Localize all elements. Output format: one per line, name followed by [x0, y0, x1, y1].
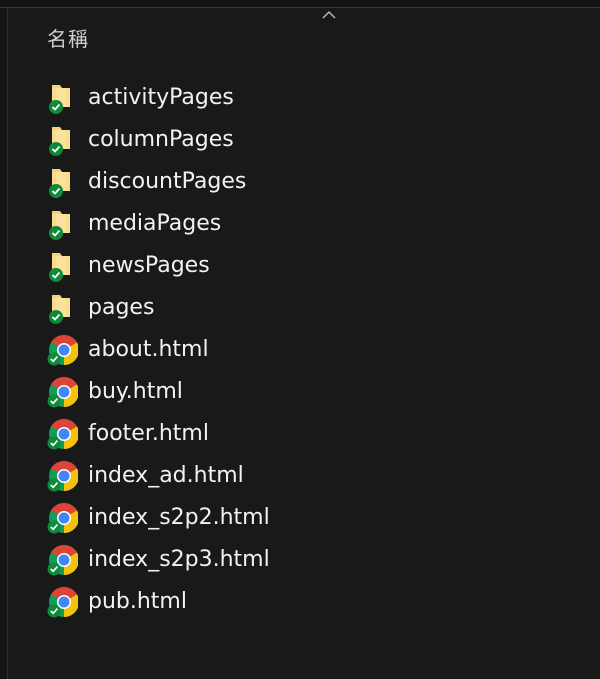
chrome-icon	[46, 376, 78, 408]
file-row[interactable]: footer.html	[46, 413, 566, 455]
folder-icon	[46, 292, 78, 324]
folder-row[interactable]: newsPages	[46, 245, 566, 287]
chevron-up-icon[interactable]	[322, 10, 336, 19]
folder-icon	[46, 82, 78, 114]
folder-row[interactable]: mediaPages	[46, 203, 566, 245]
file-row[interactable]: pub.html	[46, 581, 566, 623]
folder-icon	[46, 208, 78, 240]
sync-ok-icon	[47, 352, 61, 366]
sync-ok-icon	[47, 520, 61, 534]
chrome-icon	[46, 334, 78, 366]
folder-icon	[46, 250, 78, 282]
file-row[interactable]: buy.html	[46, 371, 566, 413]
file-explorer-pane: 名稱 activityPages columnPages discountPag…	[0, 0, 600, 679]
chrome-icon	[46, 418, 78, 450]
file-name-label: index_ad.html	[88, 463, 244, 488]
sync-ok-icon	[47, 394, 61, 408]
sync-ok-icon	[49, 184, 63, 198]
file-row[interactable]: index_s2p3.html	[46, 539, 566, 581]
file-name-label: about.html	[88, 337, 209, 362]
sync-ok-icon	[47, 562, 61, 576]
file-name-label: discountPages	[88, 169, 247, 194]
file-name-label: mediaPages	[88, 211, 222, 236]
chrome-icon	[46, 586, 78, 618]
folder-row[interactable]: discountPages	[46, 161, 566, 203]
file-row[interactable]: index_s2p2.html	[46, 497, 566, 539]
file-name-label: pub.html	[88, 589, 187, 614]
file-name-label: index_s2p3.html	[88, 547, 270, 572]
file-row[interactable]: about.html	[46, 329, 566, 371]
chrome-icon	[46, 544, 78, 576]
sync-ok-icon	[47, 436, 61, 450]
sync-ok-icon	[49, 310, 63, 324]
file-name-label: newsPages	[88, 253, 210, 278]
pane-top-border	[0, 0, 600, 8]
file-name-label: activityPages	[88, 85, 234, 110]
file-name-label: buy.html	[88, 379, 183, 404]
folder-icon	[46, 124, 78, 156]
file-name-label: columnPages	[88, 127, 234, 152]
sync-ok-icon	[49, 268, 63, 282]
sync-ok-icon	[49, 100, 63, 114]
file-name-label: index_s2p2.html	[88, 505, 270, 530]
pane-left-border	[0, 8, 8, 679]
sync-ok-icon	[47, 604, 61, 618]
file-name-label: footer.html	[88, 421, 209, 446]
folder-row[interactable]: columnPages	[46, 119, 566, 161]
file-name-label: pages	[88, 295, 155, 320]
sync-ok-icon	[47, 478, 61, 492]
folder-row[interactable]: activityPages	[46, 77, 566, 119]
column-header-name[interactable]: 名稱	[47, 23, 89, 52]
sync-ok-icon	[49, 142, 63, 156]
file-row[interactable]: index_ad.html	[46, 455, 566, 497]
folder-row[interactable]: pages	[46, 287, 566, 329]
chrome-icon	[46, 460, 78, 492]
folder-icon	[46, 166, 78, 198]
chrome-icon	[46, 502, 78, 534]
sync-ok-icon	[49, 226, 63, 240]
file-list: activityPages columnPages discountPages	[46, 77, 566, 623]
